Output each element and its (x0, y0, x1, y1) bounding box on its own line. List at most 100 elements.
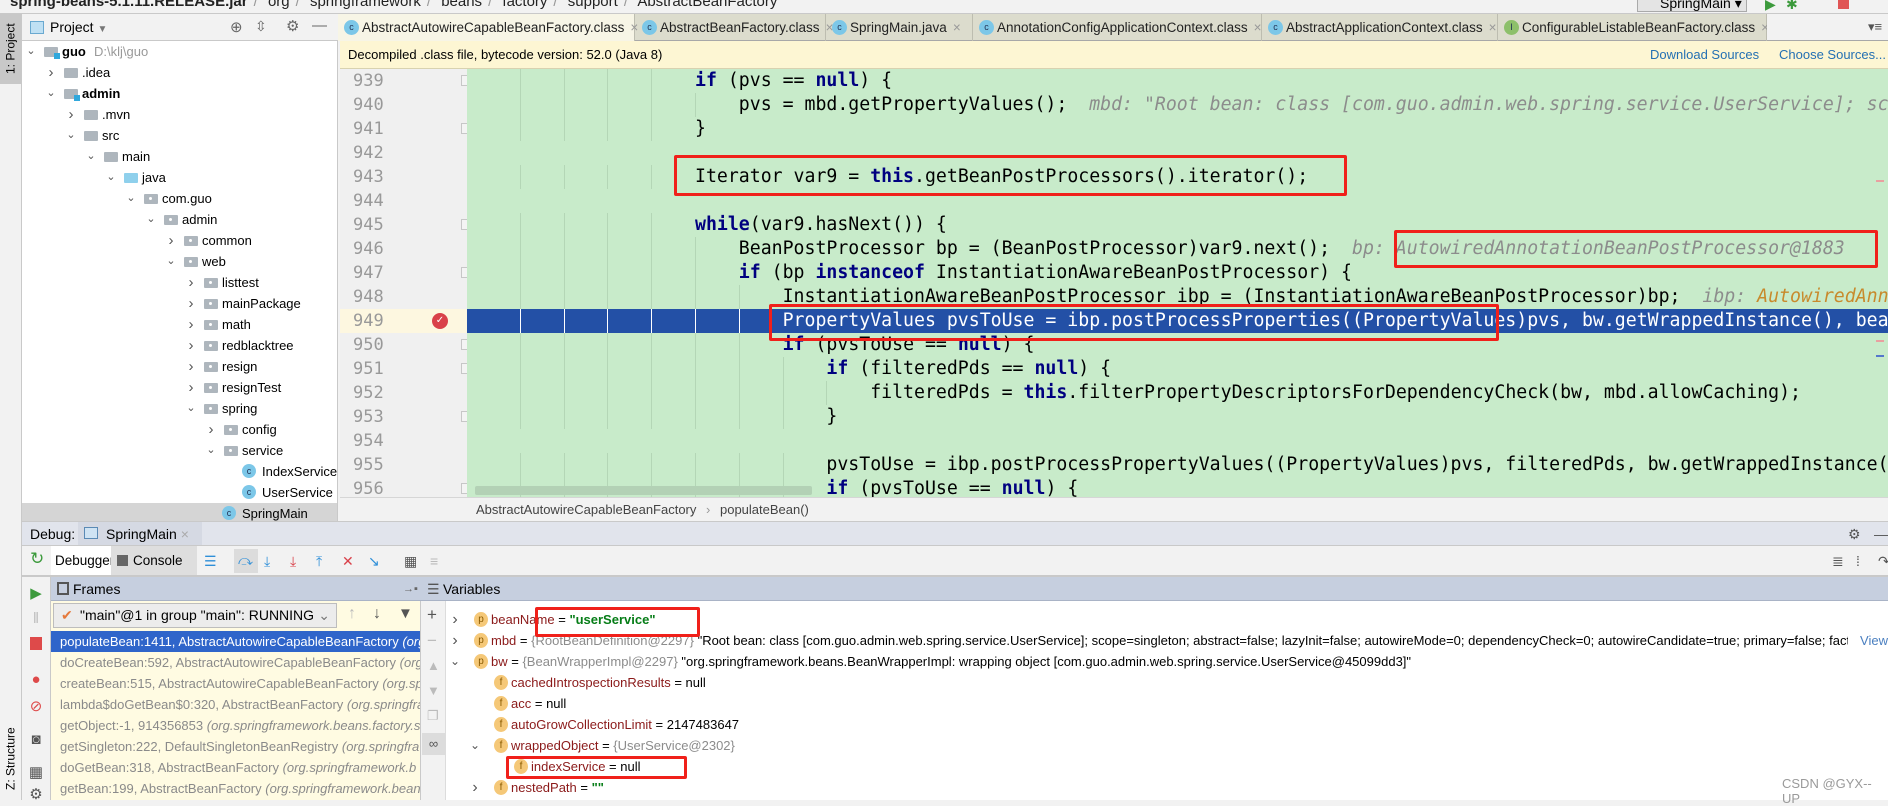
project-tool-tab[interactable]: 1: Project (0, 14, 21, 84)
debug-icon[interactable]: ✱ (1786, 0, 1798, 13)
pause-icon[interactable]: ‖ (28, 610, 44, 627)
tree-item[interactable]: › .idea (22, 62, 337, 83)
stack-frame[interactable]: populateBean:1411, AbstractAutowireCapab… (51, 631, 420, 652)
chevron-right-icon[interactable]: › (186, 314, 196, 335)
chevron-right-icon[interactable]: › (206, 419, 216, 440)
chevron-right-icon[interactable]: › (186, 335, 196, 356)
tab-abstract-bean-factory[interactable]: c AbstractBeanFactory.class × (636, 14, 833, 41)
chevron-right-icon[interactable]: › (450, 630, 460, 651)
tree-item[interactable]: ⌄ service (22, 440, 337, 461)
crumb-beans[interactable]: beans (441, 0, 482, 10)
settings-icon[interactable]: ⚙ (28, 785, 44, 803)
breadcrumb-class[interactable]: AbstractAutowireCapableBeanFactory (476, 502, 696, 517)
crumb-support[interactable]: support (568, 0, 618, 10)
crumb-jar[interactable]: spring-beans-5.1.11.RELEASE.jar (10, 0, 248, 10)
line-number[interactable]: 952 (340, 381, 467, 405)
variable-row[interactable]: ⌄ f wrappedObject = {UserService@2302} (446, 735, 1888, 756)
chevron-right-icon[interactable]: › (186, 293, 196, 314)
chevron-right-icon[interactable]: › (450, 609, 460, 630)
download-sources-link[interactable]: Download Sources (1650, 41, 1759, 69)
line-number[interactable]: 942 (340, 141, 467, 165)
line-number[interactable]: 954 (340, 429, 467, 453)
structure-tool-tab[interactable]: Z: Structure (0, 719, 21, 799)
project-view-dropdown[interactable]: Project ▼ (50, 19, 107, 35)
step-out-icon[interactable]: ⤒ (316, 554, 322, 568)
variable-row[interactable]: f cachedIntrospectionResults = null (446, 672, 1888, 693)
line-number[interactable]: 946 (340, 237, 467, 261)
close-icon[interactable]: × (953, 20, 961, 35)
step-over-icon[interactable]: ⤼ (234, 549, 258, 573)
more-icon[interactable]: ↷ (1878, 554, 1888, 568)
move-up-icon[interactable]: ▲ (427, 658, 440, 673)
chevron-down-icon[interactable]: ⌄ (206, 440, 216, 461)
breadcrumb-method[interactable]: populateBean() (720, 502, 809, 517)
chevron-down-icon[interactable]: ⌄ (186, 398, 196, 419)
stack-frame[interactable]: getBean:199, AbstractBeanFactory (org.sp… (51, 778, 420, 799)
chevron-down-icon[interactable]: ⌄ (46, 83, 56, 104)
tab-overflow-icon[interactable]: ▾≡ (1868, 19, 1882, 35)
debugger-tab[interactable]: Debugger (51, 546, 114, 575)
chevron-right-icon[interactable]: › (166, 230, 176, 251)
tab-annotation-config-application-context[interactable]: c AnnotationConfigApplicationContext.clas… (973, 14, 1262, 41)
line-number[interactable]: 944 (340, 189, 467, 213)
console-tab[interactable]: Console →▪ (111, 546, 197, 597)
line-number[interactable]: 951 (340, 357, 467, 381)
tree-item[interactable]: c IndexService (22, 461, 337, 482)
filter-icon[interactable]: ▼ (398, 605, 413, 622)
line-number[interactable]: 950 (340, 333, 467, 357)
line-number[interactable]: 939 (340, 69, 467, 93)
show-execution-point-icon[interactable]: ☰ (204, 554, 217, 568)
line-number[interactable]: 940 (340, 93, 467, 117)
chevron-right-icon[interactable]: › (66, 104, 76, 125)
variable-row[interactable]: f acc = null (446, 693, 1888, 714)
thread-selector[interactable]: ✔ "main"@1 in group "main": RUNNING ⌄ (53, 603, 337, 628)
breakpoint-icon[interactable]: ✓ (432, 313, 448, 329)
tree-item[interactable]: › common (22, 230, 337, 251)
tree-item[interactable]: ⌄ src (22, 125, 337, 146)
view-breakpoints-icon[interactable]: ● (28, 671, 44, 688)
next-frame-icon[interactable]: ↓ (373, 605, 381, 623)
tab-spring-main[interactable]: c SpringMain.java × (826, 14, 973, 41)
tree-item[interactable]: ⌄ com.guo (22, 188, 337, 209)
gear-icon[interactable]: ⚙ (286, 17, 299, 35)
chevron-down-icon[interactable]: ⌄ (26, 41, 36, 62)
chevron-right-icon[interactable]: › (186, 377, 196, 398)
tree-item[interactable]: › redblacktree (22, 335, 337, 356)
variable-row[interactable]: › p beanName = "userService" (446, 609, 1888, 630)
mute-breakpoints-icon[interactable]: ⊘ (28, 697, 44, 715)
run-config-dropdown[interactable]: SpringMain ▾ (1637, 0, 1747, 12)
gear-icon[interactable]: ⚙ (1848, 522, 1861, 546)
stack-frame[interactable]: getObject:-1, 914356853 (org.springframe… (51, 715, 420, 736)
crumb-springframework[interactable]: springframework (310, 0, 421, 10)
crumb-factory[interactable]: factory (502, 0, 547, 10)
rerun-icon[interactable]: ↻ (30, 550, 44, 567)
chevron-down-icon[interactable]: ⌄ (166, 251, 176, 272)
restore-layout-icon[interactable]: ≣ (1832, 554, 1844, 568)
threads-icon[interactable]: ⁞ (1856, 554, 1860, 568)
tree-item[interactable]: ⌄ main (22, 146, 337, 167)
close-icon[interactable]: × (1254, 20, 1262, 35)
chevron-down-icon[interactable]: ⌄ (470, 735, 480, 756)
chevron-down-icon[interactable]: ⌄ (86, 146, 96, 167)
camera-icon[interactable]: ◙ (28, 731, 44, 748)
copy-icon[interactable]: ❐ (427, 708, 439, 724)
watches-icon[interactable]: ∞ (422, 733, 445, 755)
tree-item[interactable]: › config (22, 419, 337, 440)
layout-icon[interactable]: ▦ (28, 763, 44, 781)
variable-row[interactable]: ⌄ p bw = {BeanWrapperImpl@2297} "org.sprin… (446, 651, 1888, 672)
stack-frame[interactable]: createBean:515, AbstractAutowireCapableB… (51, 673, 420, 694)
tree-item[interactable]: › resign (22, 356, 337, 377)
tab-configurable-listable-bean-factory[interactable]: I ConfigurableListableBeanFactory.class × (1498, 14, 1769, 41)
line-number[interactable]: 947 (340, 261, 467, 285)
chevron-right-icon[interactable]: › (470, 777, 480, 798)
chevron-down-icon[interactable]: ⌄ (66, 125, 76, 146)
line-number[interactable]: 945 (340, 213, 467, 237)
variable-row[interactable]: › p mbd = {RootBeanDefinition@2297} "Root … (446, 630, 1888, 651)
chevron-down-icon[interactable]: ⌄ (450, 651, 460, 672)
evaluate-expression-icon[interactable]: ▦ (404, 554, 417, 568)
tree-item[interactable]: ⌄ admin (22, 209, 337, 230)
line-number[interactable]: 948 (340, 285, 467, 309)
chevron-right-icon[interactable]: › (186, 272, 196, 293)
stack-frame[interactable]: doGetBean:318, AbstractBeanFactory (org.… (51, 757, 420, 778)
chevron-down-icon[interactable]: ⌄ (106, 167, 116, 188)
